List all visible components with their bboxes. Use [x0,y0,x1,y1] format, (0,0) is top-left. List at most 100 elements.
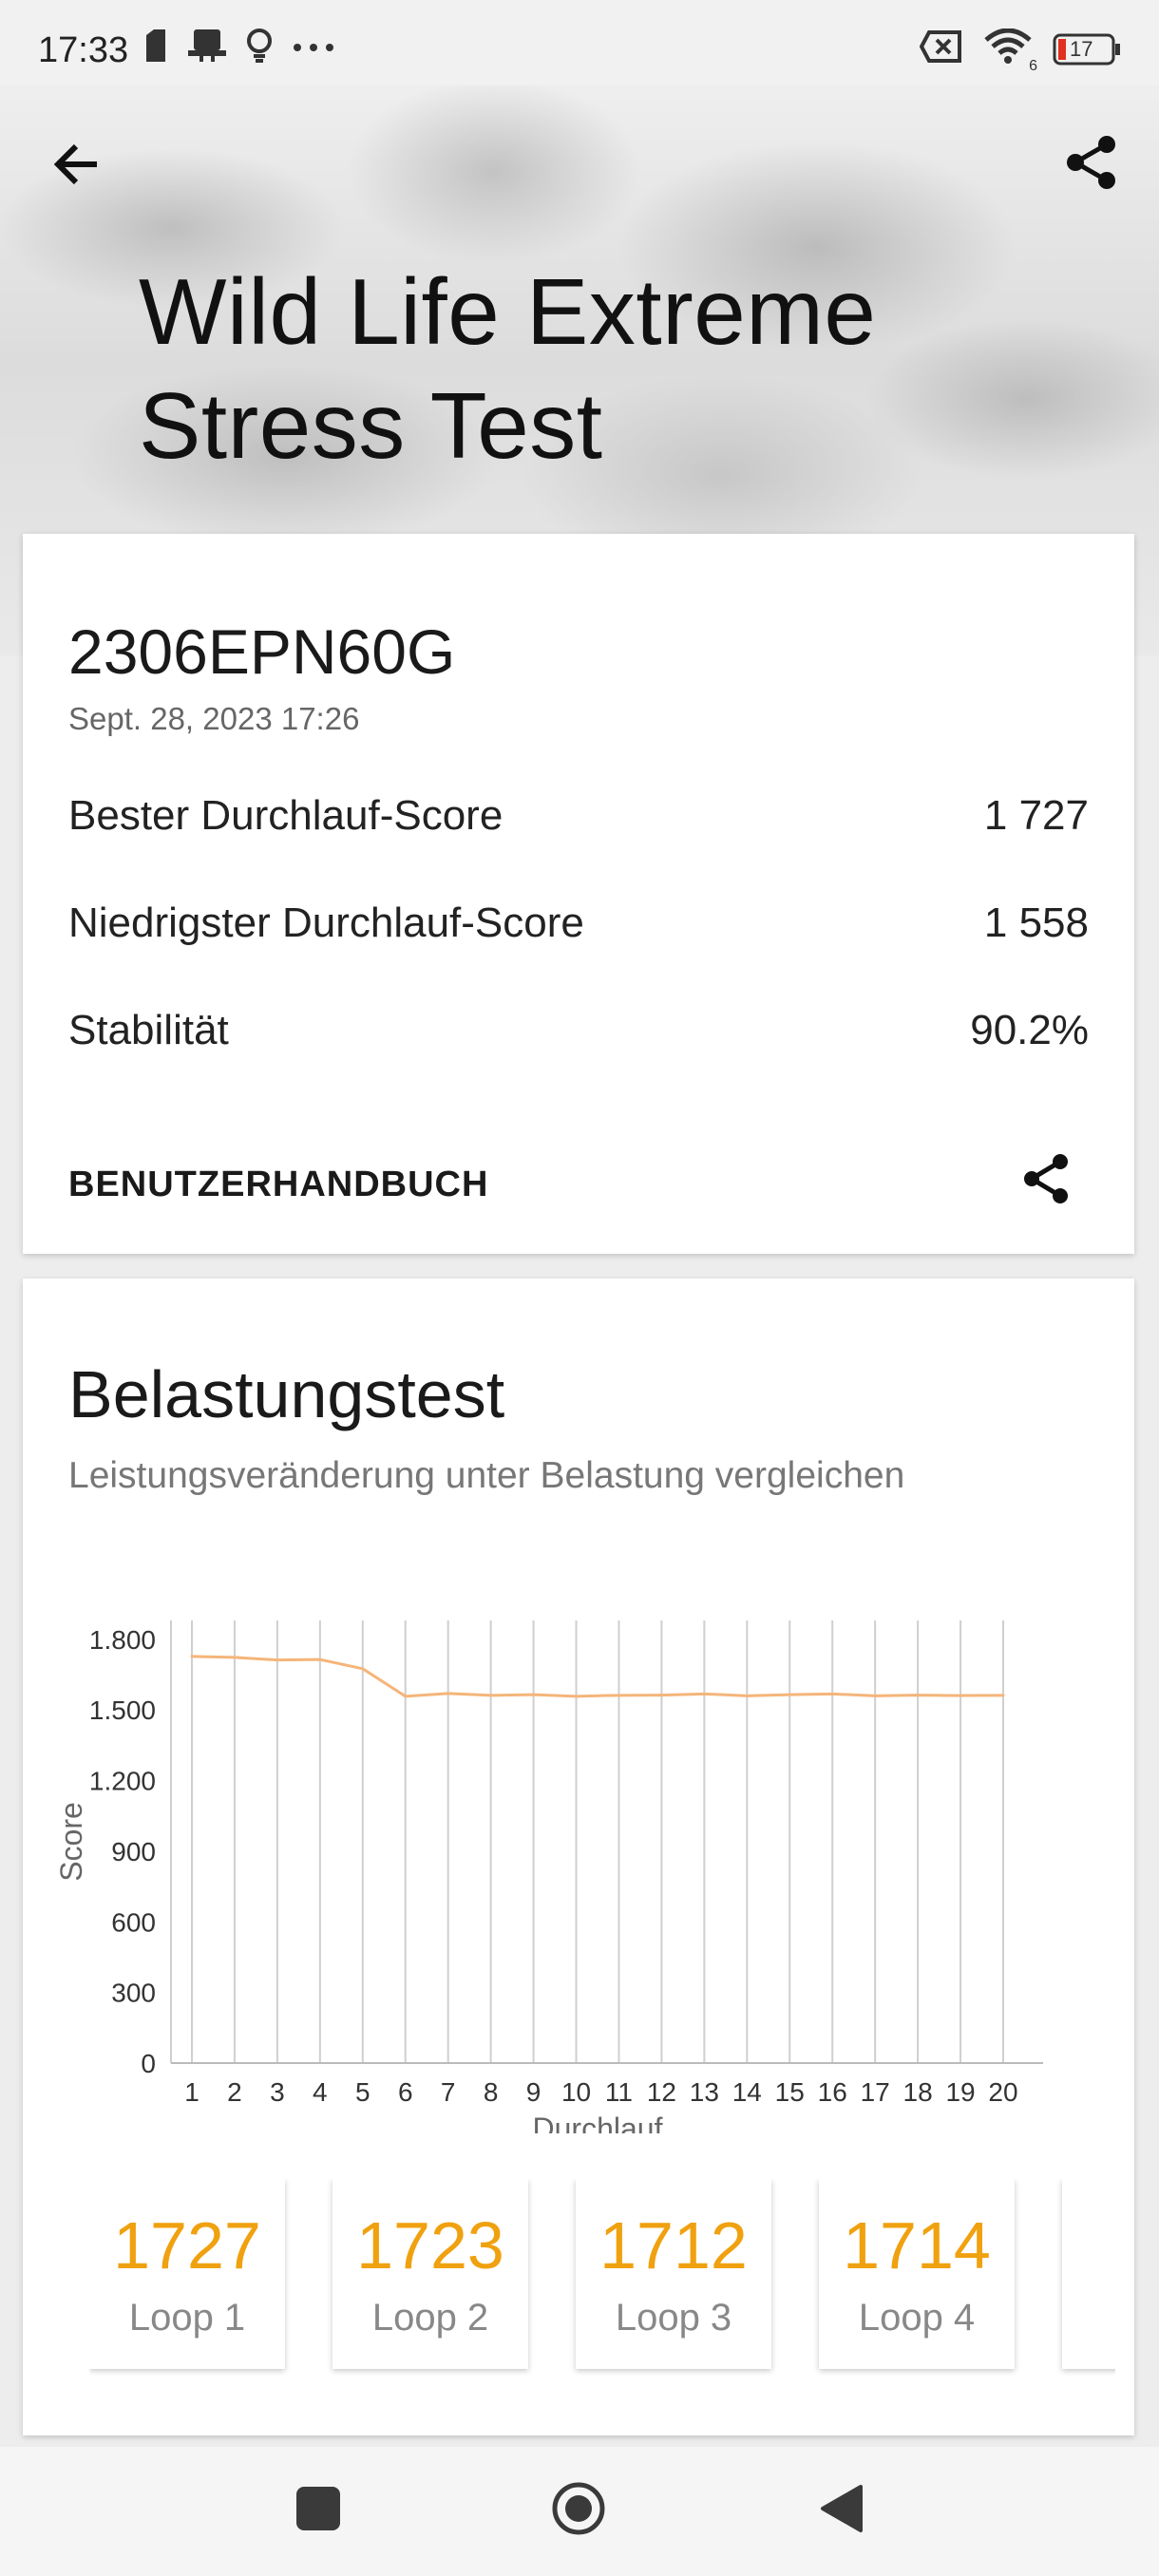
nav-back-button[interactable] [817,2483,864,2534]
data-point [276,1658,279,1662]
x-tick-label: 18 [903,2077,933,2107]
wifi-badge: 6 [1029,58,1037,74]
back-button[interactable] [49,135,108,194]
loop-label: Loop 3 [615,2297,732,2339]
loop-label: Loop 4 [858,2297,976,2339]
best-score-row: Bester Durchlauf-Score 1 727 [68,792,1089,840]
x-tick-label: 15 [775,2077,805,2107]
row-label: Niedrigster Durchlauf-Score [68,900,584,946]
more-dots-icon [293,40,334,57]
share-icon [1067,136,1115,189]
x-tick-label: 20 [988,2077,1017,2107]
stability-row: Stabilität 90.2% [68,1007,1089,1054]
home-button[interactable] [551,2481,606,2536]
data-point [404,1695,408,1698]
triangle-back-icon [821,2485,863,2532]
x-tick-label: 8 [484,2077,499,2107]
y-tick-label: 900 [111,1837,156,1866]
data-point [617,1694,620,1697]
x-tick-label: 5 [355,2077,370,2107]
recent-apps-button[interactable] [296,2487,340,2530]
x-tick-label: 4 [313,2077,328,2107]
data-point [446,1692,450,1695]
battery-level: 17 [1070,36,1093,61]
result-card: 2306EPN60G Sept. 28, 2023 17:26 Bester D… [23,534,1134,1254]
loop-card[interactable]: 1723 Loop 2 [332,2179,528,2369]
x-tick-label: 14 [732,2077,762,2107]
share-icon [1024,1154,1068,1203]
loop-scores-carousel[interactable]: 1727 Loop 1 1723 Loop 2 1712 Loop 3 1714… [89,2179,1115,2388]
loop-score: 1712 [599,2208,748,2282]
data-point [190,1655,194,1658]
data-point [959,1694,962,1697]
stress-test-card: Belastungstest Leistungsveränderung unte… [23,1279,1134,2435]
y-tick-label: 1.200 [89,1767,156,1796]
loop-card[interactable]: 1712 Loop 3 [576,2179,771,2369]
data-point [873,1694,877,1697]
score-line-chart: 03006009001.2001.5001.8001 2 3 4 5 6 7 8 9 10 11 12… [54,1620,1043,2133]
system-nav-bar [0,2447,1159,2576]
x-tick-label: 2 [227,2077,242,2107]
data-point [318,1657,322,1661]
data-point [788,1693,791,1696]
user-manual-link[interactable]: BENUTZERHANDBUCH [68,1165,488,1205]
data-point [702,1692,706,1695]
printer-icon [188,29,226,66]
x-tick-label: 16 [818,2077,847,2107]
data-point [916,1694,920,1697]
x-tick-label: 17 [861,2077,890,2107]
test-date: Sept. 28, 2023 17:26 [68,701,360,736]
loop-card-partial[interactable] [1062,2179,1115,2369]
row-value: 1 558 [983,900,1089,946]
y-axis-label: Score [54,1802,88,1882]
data-point [489,1694,493,1697]
x-tick-label: 9 [526,2077,542,2107]
loop-score: 1714 [843,2208,991,2282]
y-tick-label: 1.500 [89,1695,156,1725]
x-tick-label: 1 [184,2077,200,2107]
x-tick-label: 19 [945,2077,975,2107]
loop-label: Loop 2 [371,2297,489,2339]
x-tick-label: 11 [605,2077,633,2107]
sim-card-icon [142,29,169,66]
share-button[interactable] [1062,133,1121,192]
loop-card[interactable]: 1727 Loop 1 [89,2179,285,2369]
loop-label: Loop 1 [128,2297,246,2339]
data-point [532,1693,536,1696]
title-line-1: Wild Life Extreme [139,259,877,364]
series-line [191,1655,1004,1698]
x-axis-label: Durchlauf [533,2112,663,2133]
no-sim-icon [919,30,963,67]
row-value: 90.2% [970,1007,1089,1053]
data-point [233,1656,237,1659]
x-tick-label: 3 [270,2077,285,2107]
section-title: Belastungstest [68,1357,505,1431]
row-label: Bester Durchlauf-Score [68,792,504,839]
y-tick-label: 300 [111,1979,156,2008]
data-point [745,1694,749,1697]
data-point [361,1667,365,1671]
x-tick-label: 6 [398,2077,413,2107]
data-point [575,1695,579,1698]
x-tick-label: 7 [441,2077,456,2107]
section-subtitle: Leistungsveränderung unter Belastung ver… [68,1455,905,1496]
row-value: 1 727 [983,792,1089,839]
arrow-left-icon [53,143,97,185]
home-circle-icon [552,2482,605,2535]
page-title: Wild Life Extreme Stress Test [139,255,876,483]
lowest-score-row: Niedrigster Durchlauf-Score 1 558 [68,900,1089,947]
y-tick-label: 600 [111,1907,156,1937]
data-point [830,1692,834,1695]
loop-card[interactable]: 1714 Loop 4 [819,2179,1015,2369]
loop-score: 1723 [356,2208,504,2282]
x-tick-label: 13 [690,2077,719,2107]
y-tick-label: 0 [141,2049,156,2078]
wifi-icon: 6 [984,28,1037,74]
data-point [659,1694,663,1697]
battery-icon: 17 [1053,33,1121,66]
title-line-2: Stress Test [139,373,603,478]
y-tick-label: 1.800 [89,1625,156,1655]
card-share-button[interactable] [1016,1149,1075,1208]
status-time: 17:33 [38,30,129,70]
data-point [1001,1694,1005,1697]
